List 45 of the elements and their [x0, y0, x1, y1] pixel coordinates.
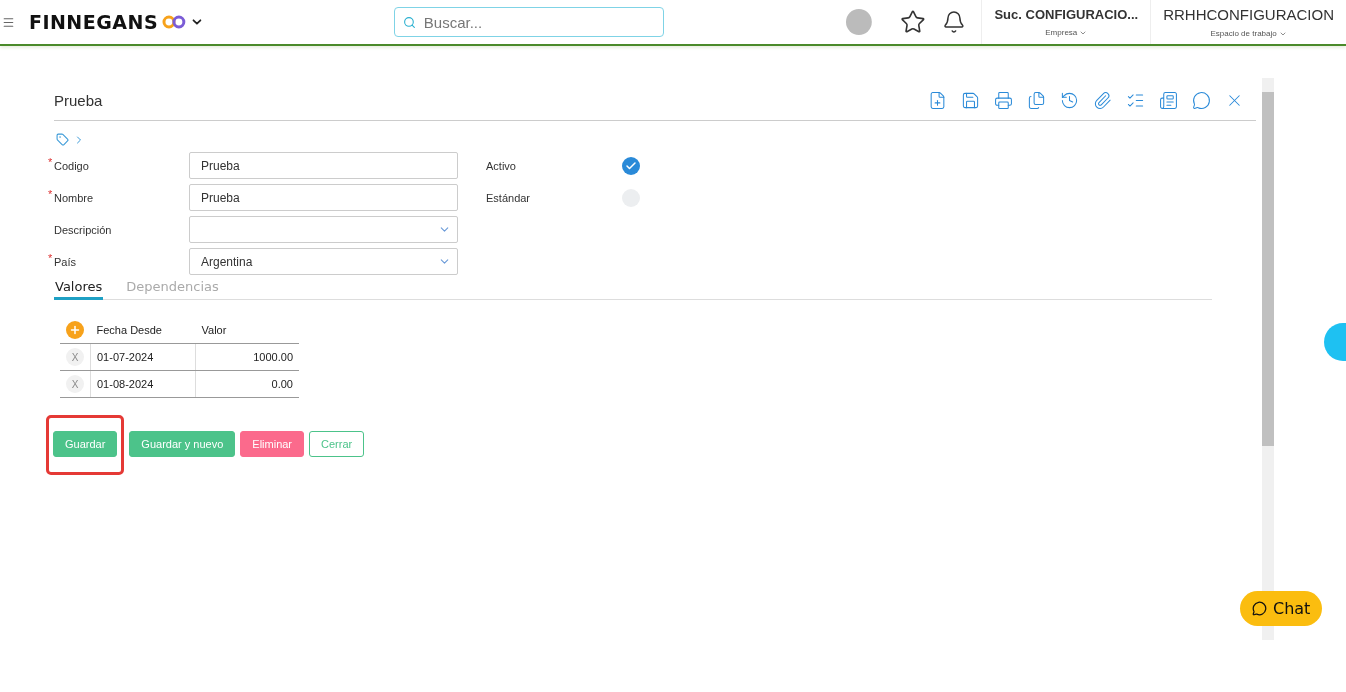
checkbox-label: Activo [486, 159, 517, 172]
select-field[interactable] [189, 216, 458, 243]
tag-icon[interactable] [56, 133, 69, 146]
comment-icon[interactable] [1192, 90, 1211, 110]
chat-button[interactable]: Chat [1240, 591, 1323, 626]
tab[interactable]: Valores [54, 279, 104, 300]
history-icon[interactable] [1060, 90, 1079, 110]
column-header: Valor [201, 323, 227, 336]
required-mark: * [48, 155, 53, 168]
copy-icon[interactable] [1027, 90, 1046, 110]
company-label[interactable]: Empresa [1045, 28, 1078, 37]
workspace-name[interactable]: RRHHCONFIGURACION [1163, 6, 1334, 23]
input-field[interactable]: Prueba [189, 184, 458, 211]
input-field[interactable]: Prueba [189, 152, 458, 179]
report-icon[interactable] [1159, 90, 1178, 110]
search-icon [402, 15, 416, 29]
brand-logo-text: FINNEGANS [28, 11, 159, 33]
required-mark: * [48, 187, 53, 200]
attach-icon[interactable] [1093, 90, 1112, 110]
table-cell: 01-08-2024 [97, 378, 154, 390]
workspace-label[interactable]: Espacio de trabajo [1210, 29, 1277, 38]
table-cell: 0.00 [271, 378, 293, 390]
scrollbar[interactable] [1262, 78, 1274, 640]
field-label: Descripción [54, 223, 113, 236]
form-title: Prueba [54, 91, 103, 109]
table-cell: 1000.00 [253, 351, 293, 363]
print-icon[interactable] [994, 90, 1013, 110]
side-panel-handle[interactable] [1324, 323, 1346, 361]
select-field[interactable]: Argentina [189, 248, 458, 275]
column-header: Fecha Desde [96, 323, 162, 336]
save-icon[interactable] [961, 90, 980, 110]
add-row-icon[interactable] [66, 320, 84, 339]
menu-icon[interactable] [2, 15, 15, 29]
company-name[interactable]: Suc. CONFIGURACIO... [994, 7, 1139, 22]
search-field[interactable]: Buscar... [393, 7, 664, 37]
new-document-icon[interactable] [928, 90, 947, 110]
checkbox-label: Estándar [486, 191, 532, 204]
check-icon [625, 159, 637, 172]
table-cell: 01-07-2024 [97, 351, 154, 363]
checkbox[interactable] [622, 156, 640, 175]
infinity-logo-icon [162, 15, 186, 29]
chat-bubble-icon [1252, 601, 1267, 616]
required-mark: * [48, 251, 53, 264]
star-icon[interactable] [899, 9, 926, 35]
bell-icon[interactable] [941, 10, 966, 34]
